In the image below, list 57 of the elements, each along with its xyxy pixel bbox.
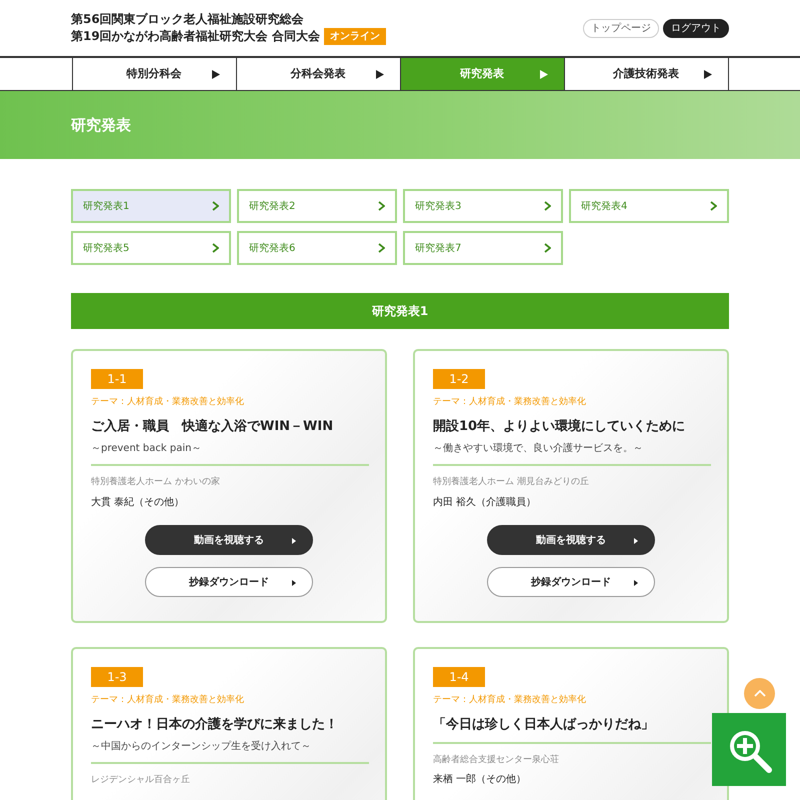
section-heading: 研究発表1 (71, 293, 729, 329)
subsection-link[interactable]: 研究発表2 (237, 189, 397, 223)
number-badge: 1-1 (91, 369, 143, 389)
presentation-subtitle: ～働きやすい環境で、良い介護サービスを。～ (433, 442, 643, 455)
chevron-icon (212, 201, 219, 211)
organization-name: 高齢者総合支援センター泉心荘 (433, 754, 559, 766)
chevron-icon (544, 243, 551, 253)
triangle-icon (292, 538, 296, 544)
chevron-icon (544, 201, 551, 211)
triangle-icon (376, 70, 384, 79)
subsection-link[interactable]: 研究発表5 (71, 231, 231, 265)
presentation-title: ご入居・職員 快適な入浴でWIN－WIN (91, 418, 334, 436)
scroll-top-button[interactable] (744, 678, 775, 709)
number-badge: 1-3 (91, 667, 143, 687)
triangle-icon (704, 70, 712, 79)
organization-name: 特別養護老人ホーム かわいの家 (91, 477, 220, 490)
watch-video-button[interactable]: 動画を視聴する (145, 525, 313, 556)
download-button[interactable]: 抄録ダウンロード (145, 567, 313, 598)
top-page-button[interactable]: トップページ (583, 18, 659, 38)
number-badge: 1-4 (433, 667, 485, 687)
site-title-line: 第19回かながわ高齢者福祉研究大会 合同大会 (71, 28, 320, 45)
chevron-icon (710, 201, 717, 211)
presentation-title: 「今日は珍しく日本人ばっかりだね」 (433, 716, 654, 734)
number-badge: 1-2 (433, 369, 485, 389)
theme-label: テーマ：人材育成・業務改善と効率化 (91, 397, 244, 409)
page-title: 研究発表 (71, 115, 131, 136)
triangle-icon (540, 70, 548, 79)
triangle-icon (212, 70, 220, 79)
presenter-name: 来栖 一郎（その他） (433, 773, 526, 786)
presentation-title: ニーハオ！日本の介護を学びに来ました！ (91, 716, 338, 734)
subsection-link[interactable]: 研究発表7 (403, 231, 563, 265)
chevron-icon (378, 201, 385, 211)
organization-name: 特別養護老人ホーム 潮見台みどりの丘 (433, 477, 589, 490)
presenter-name: 内田 裕久（介護職員） (433, 496, 536, 510)
theme-label: テーマ：人材育成・業務改善と効率化 (91, 695, 244, 707)
triangle-icon (634, 538, 638, 544)
chevron-up-icon (754, 690, 766, 697)
theme-label: テーマ：人材育成・業務改善と効率化 (433, 397, 586, 409)
zoom-button[interactable] (712, 713, 786, 786)
logout-button[interactable]: ログアウト (663, 18, 729, 38)
triangle-icon (292, 580, 296, 586)
site-title-line: 第56回関東ブロック老人福祉施設研究総会 (71, 11, 304, 28)
presentation-subtitle: ～prevent back pain～ (91, 442, 202, 455)
subsection-link[interactable]: 研究発表6 (237, 231, 397, 265)
watch-video-button[interactable]: 動画を視聴する (487, 525, 655, 556)
organization-name: レジデンシャル百合ヶ丘 (91, 775, 190, 788)
chevron-icon (378, 243, 385, 253)
presentation-subtitle: ～中国からのインターンシップ生を受け入れて～ (91, 740, 311, 753)
chevron-icon (212, 243, 219, 253)
triangle-icon (634, 580, 638, 586)
subsection-link[interactable]: 研究発表3 (403, 189, 563, 223)
theme-label: テーマ：人材育成・業務改善と効率化 (433, 695, 586, 707)
presenter-name: 大貫 泰紀（その他） (91, 496, 184, 510)
online-badge: オンライン (324, 28, 386, 45)
subsection-link[interactable]: 研究発表4 (569, 189, 729, 223)
download-button[interactable]: 抄録ダウンロード (487, 567, 655, 598)
presentation-title: 開設10年、よりよい環境にしていくために (433, 418, 686, 436)
